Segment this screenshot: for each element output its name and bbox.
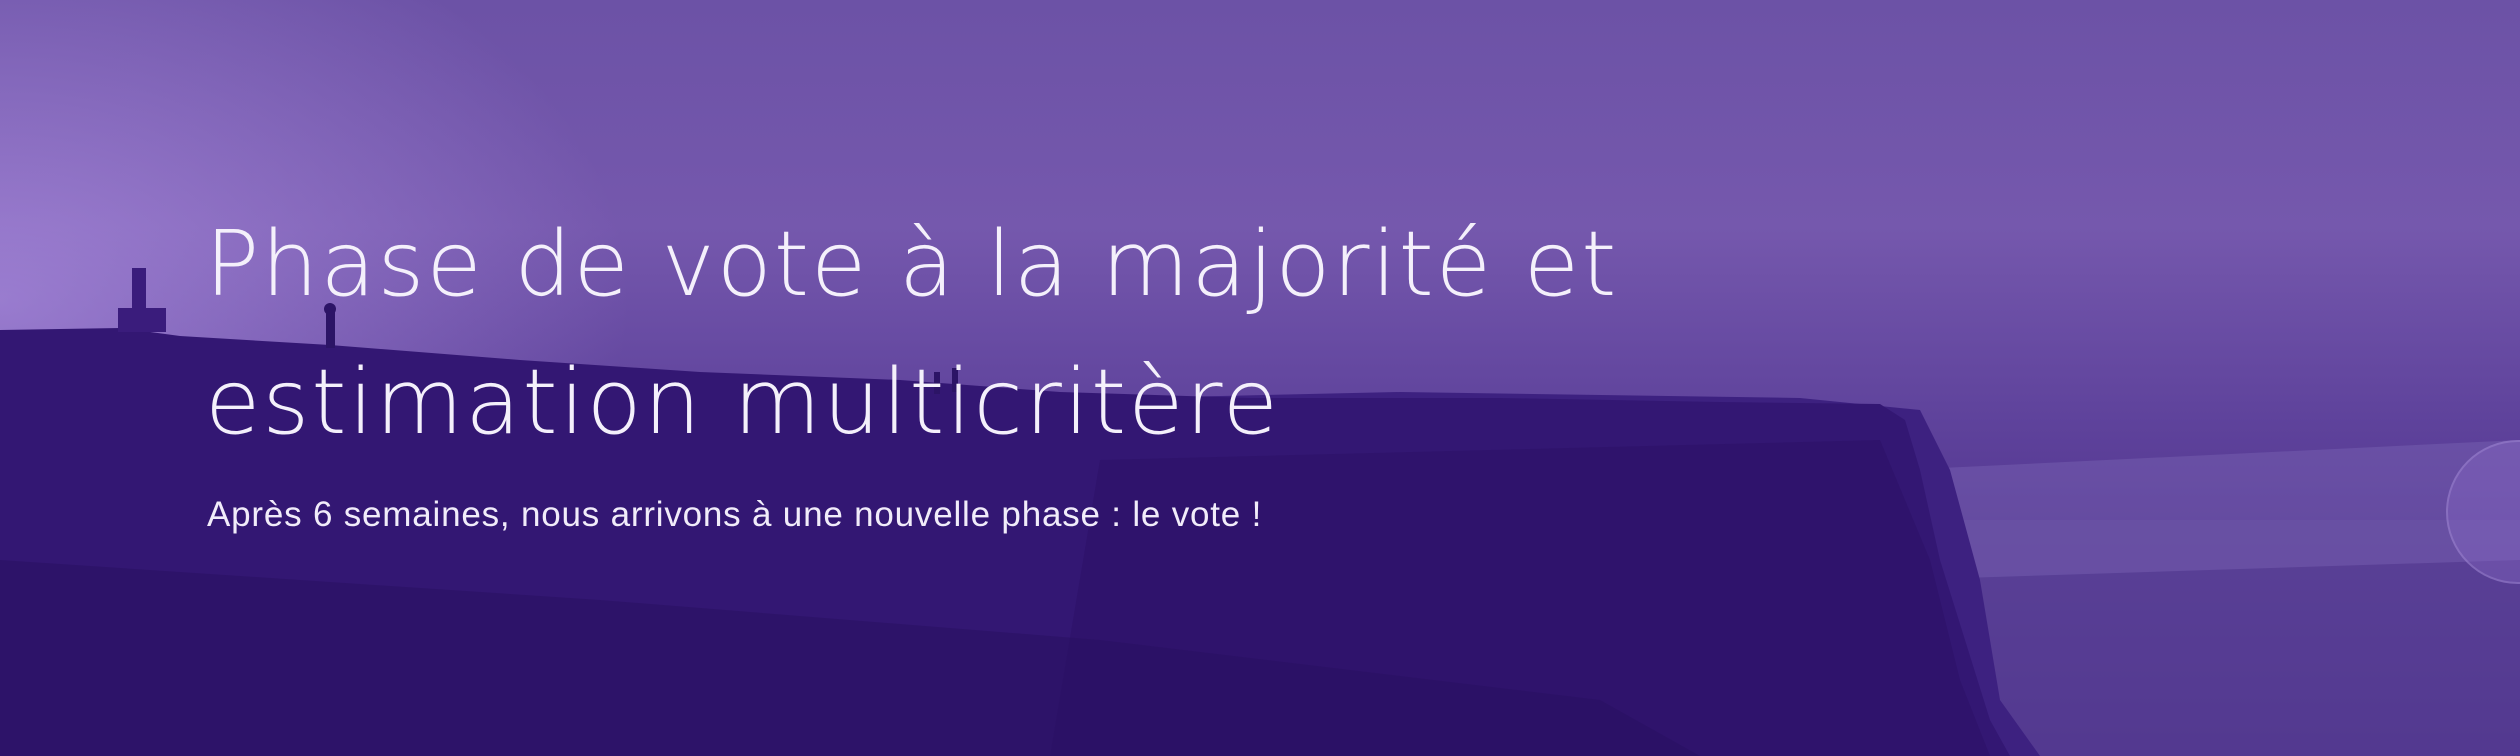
hero-content: Phase de vote à la majorité et estimatio… [205, 196, 2105, 538]
hero-subtitle: Après 6 semaines, nous arrivons à une no… [207, 495, 1263, 534]
monument-base [118, 308, 166, 332]
hero-banner: Phase de vote à la majorité et estimatio… [0, 0, 2520, 756]
hero-title: Phase de vote à la majorité et estimatio… [205, 212, 1619, 455]
monument-pillar [132, 268, 146, 310]
